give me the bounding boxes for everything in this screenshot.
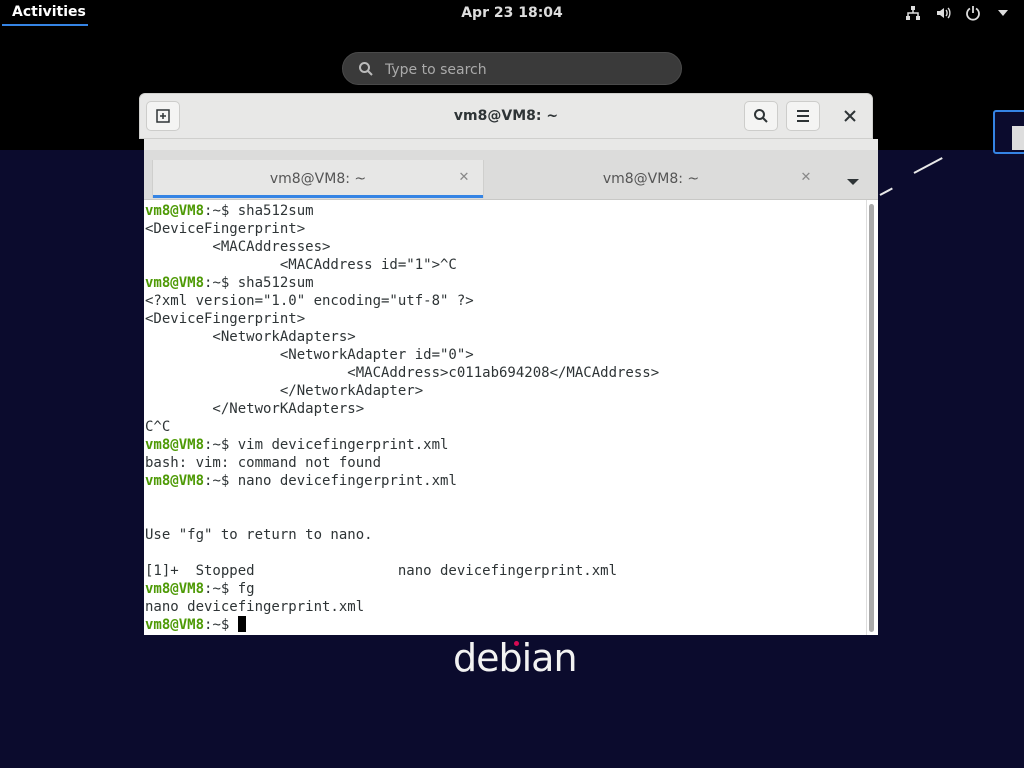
activities-button[interactable]: Activities bbox=[12, 4, 86, 20]
terminal-line: <MACAddress>c011ab694208</MACAddress> bbox=[145, 365, 660, 381]
new-tab-icon bbox=[156, 109, 170, 123]
menu-button[interactable] bbox=[786, 101, 820, 131]
prompt-user-host: vm8@VM8 bbox=[145, 437, 205, 453]
terminal-line: </NetworkAdapter> bbox=[145, 383, 424, 399]
prompt-command: :~$ nano devicefingerprint.xml bbox=[204, 473, 457, 489]
terminal-line: C^C bbox=[145, 419, 171, 435]
top-bar: Activities Apr 23 18:04 bbox=[0, 0, 1024, 28]
tab-2[interactable]: vm8@VM8: ~ ✕ bbox=[486, 160, 816, 198]
search-button[interactable] bbox=[744, 101, 778, 131]
terminal-line: vm8@VM8:~$ bbox=[145, 616, 246, 634]
tab-close-icon[interactable]: ✕ bbox=[798, 170, 814, 186]
clock-label[interactable]: Apr 23 18:04 bbox=[461, 5, 563, 21]
tab-1[interactable]: vm8@VM8: ~ ✕ bbox=[152, 160, 484, 198]
system-tray[interactable] bbox=[904, 4, 1012, 22]
tab-list-dropdown[interactable] bbox=[846, 172, 866, 188]
tab-close-icon[interactable]: ✕ bbox=[456, 170, 472, 186]
text-cursor bbox=[237, 616, 246, 632]
terminal-line: vm8@VM8:~$ fg bbox=[145, 580, 255, 598]
prompt-user-host: vm8@VM8 bbox=[145, 581, 205, 597]
terminal-line: <?xml version="1.0" encoding="utf-8" ?> bbox=[145, 293, 474, 309]
active-tab-indicator bbox=[153, 195, 483, 198]
tab-label: vm8@VM8: ~ bbox=[269, 171, 367, 187]
prompt-user-host: vm8@VM8 bbox=[145, 473, 205, 489]
terminal-line: </NetworKAdapters> bbox=[145, 401, 365, 417]
search-icon bbox=[754, 109, 768, 123]
terminal-line: <MACAddress id="1">^C bbox=[145, 257, 457, 273]
terminal-line: <NetworkAdapter id="0"> bbox=[145, 347, 474, 363]
terminal-line: vm8@VM8:~$ nano devicefingerprint.xml bbox=[145, 472, 457, 490]
chevron-down-icon bbox=[847, 179, 859, 185]
terminal-line: vm8@VM8:~$ vim devicefingerprint.xml bbox=[145, 436, 448, 454]
terminal-line: vm8@VM8:~$ sha512sum bbox=[145, 202, 314, 220]
network-icon[interactable] bbox=[904, 4, 922, 22]
terminal-line: <MACAddresses> bbox=[145, 239, 331, 255]
terminal-output[interactable]: vm8@VM8:~$ sha512sum <DeviceFingerprint> … bbox=[144, 200, 866, 635]
terminal-line: bash: vim: command not found bbox=[145, 455, 382, 471]
debian-logo-dot bbox=[514, 641, 519, 646]
hamburger-menu-icon bbox=[797, 110, 809, 122]
prompt-command: :~$ vim devicefingerprint.xml bbox=[204, 437, 449, 453]
terminal-line: vm8@VM8:~$ sha512sum bbox=[145, 274, 314, 292]
search-input[interactable] bbox=[383, 59, 672, 81]
terminal-line: Use "fg" to return to nano. bbox=[145, 527, 373, 543]
close-icon bbox=[844, 110, 856, 122]
terminal-line: [1]+ Stopped nano devicefingerprint.xml bbox=[145, 563, 618, 579]
prompt-user-host: vm8@VM8 bbox=[145, 275, 205, 291]
terminal-line: <DeviceFingerprint> bbox=[145, 221, 306, 237]
scrollbar-thumb[interactable] bbox=[869, 204, 874, 632]
prompt-command: :~$ sha512sum bbox=[204, 275, 314, 291]
activities-indicator bbox=[2, 24, 88, 26]
volume-icon[interactable] bbox=[934, 4, 952, 22]
terminal-headerbar[interactable]: vm8@VM8: ~ bbox=[139, 93, 873, 139]
tab-label: vm8@VM8: ~ bbox=[602, 171, 700, 187]
terminal-line: nano devicefingerprint.xml bbox=[145, 599, 365, 615]
workspace-window-preview bbox=[1012, 126, 1024, 150]
power-icon[interactable] bbox=[964, 4, 982, 22]
tab-bar: vm8@VM8: ~ ✕ vm8@VM8: ~ ✕ bbox=[144, 150, 878, 200]
close-button[interactable] bbox=[836, 102, 864, 130]
prompt-command: :~$ bbox=[204, 617, 238, 633]
prompt-command: :~$ sha512sum bbox=[204, 203, 314, 219]
search-box[interactable] bbox=[342, 52, 682, 85]
prompt-command: :~$ fg bbox=[204, 581, 255, 597]
prompt-user-host: vm8@VM8 bbox=[145, 203, 205, 219]
clock: Apr 23 18:04 bbox=[0, 5, 1024, 21]
search-icon bbox=[357, 60, 375, 78]
chevron-down-icon[interactable] bbox=[994, 4, 1012, 22]
new-tab-button[interactable] bbox=[146, 101, 180, 131]
terminal-line: <DeviceFingerprint> bbox=[145, 311, 306, 327]
terminal-line: <NetworkAdapters> bbox=[145, 329, 356, 345]
prompt-user-host: vm8@VM8 bbox=[145, 617, 205, 633]
